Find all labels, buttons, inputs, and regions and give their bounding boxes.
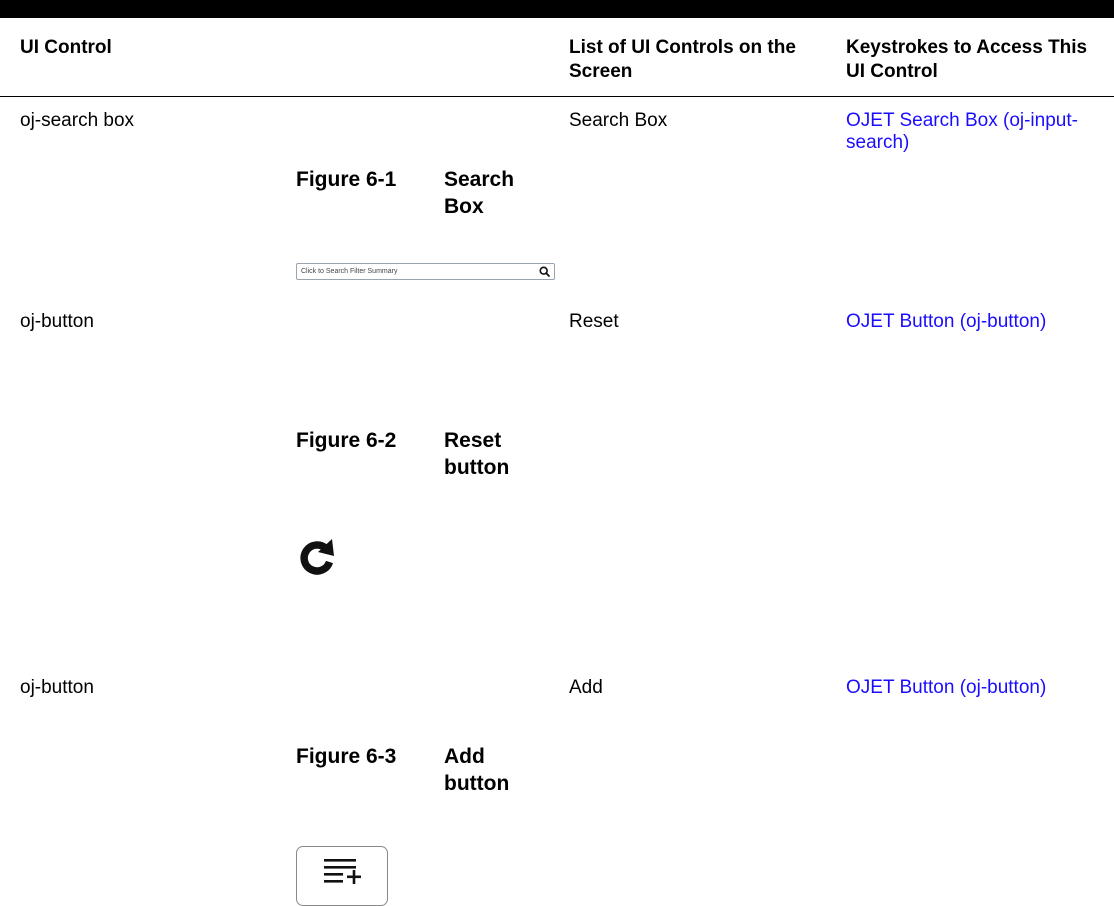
add-list-icon [324, 859, 361, 884]
search-placeholder: Click to Search Filter Summary [301, 268, 398, 275]
row-list-item: Search Box [569, 110, 668, 131]
row-control-name: oj-search box [20, 110, 135, 131]
figure-caption: Figure 6-2 Reset button [296, 427, 546, 487]
row-list-item: Reset [569, 311, 619, 332]
search-icon [539, 266, 550, 277]
header-list-controls: List of UI Controls on the Screen [569, 37, 796, 82]
figure-title: Reset button [444, 429, 510, 479]
header-keystrokes: Keystrokes to Access This UI Control [846, 37, 1088, 82]
row-list-item: Add [569, 677, 603, 698]
figure-title: Search Box [444, 168, 515, 218]
header-rule [0, 96, 1114, 97]
reset-icon [300, 539, 334, 575]
row-keystroke-link[interactable]: OJET Button (oj-button) [846, 311, 1046, 333]
figure-caption: Figure 6-1 Search Box [296, 166, 546, 226]
row-control-name: oj-button [20, 311, 94, 332]
figure-number: Figure 6-2 [296, 429, 397, 452]
row-keystroke-link[interactable]: OJET Search Box (oj-input-search) [846, 110, 1091, 154]
table-top-rule [0, 0, 1114, 18]
figure-number: Figure 6-3 [296, 745, 397, 768]
header-ui-control: UI Control [20, 37, 112, 58]
add-button-image [296, 846, 388, 906]
figure-caption: Figure 6-3 Add button [296, 743, 546, 803]
row-control-name: oj-button [20, 677, 94, 698]
figure-number: Figure 6-1 [296, 168, 397, 191]
row-keystroke-link[interactable]: OJET Button (oj-button) [846, 677, 1046, 699]
figure-title: Add button [444, 745, 510, 795]
search-box-image: Click to Search Filter Summary [296, 263, 555, 280]
